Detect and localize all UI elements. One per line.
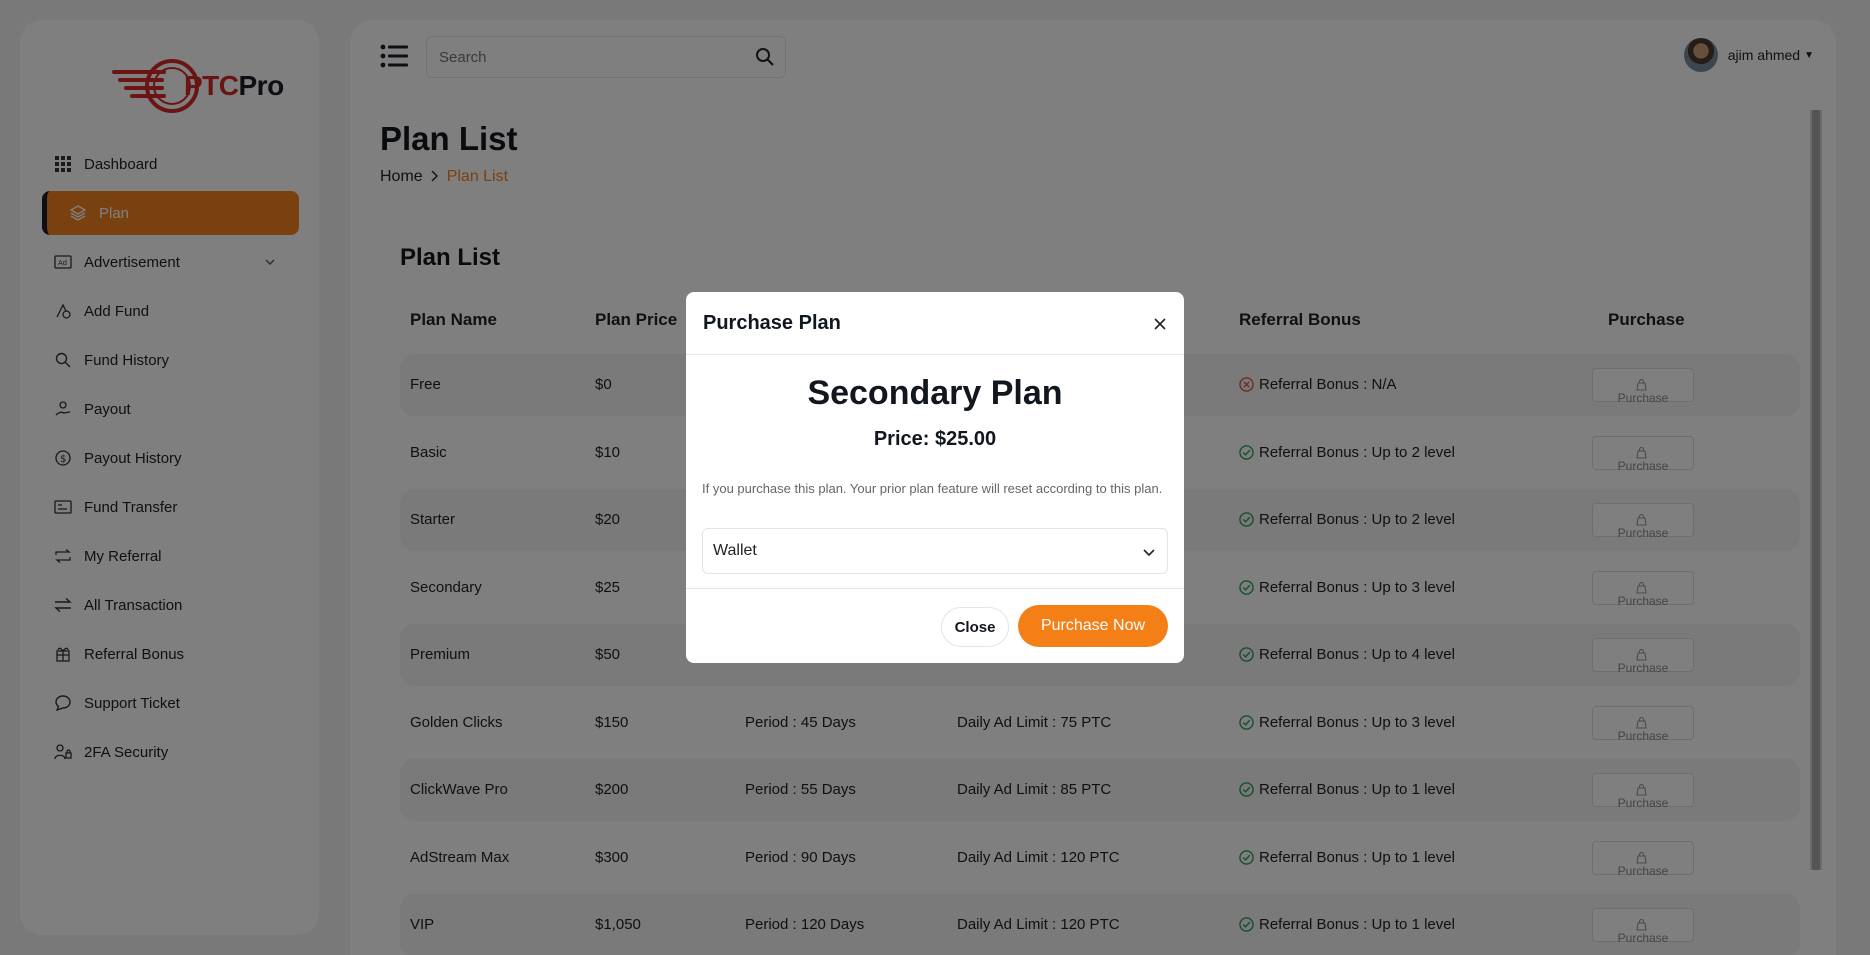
purchase-now-button[interactable]: Purchase Now — [1018, 605, 1168, 647]
modal-footer: Close Purchase Now — [686, 588, 1184, 663]
purchase-plan-modal: Purchase Plan Secondary Plan Price: $25.… — [686, 292, 1184, 663]
modal-plan-note: If you purchase this plan. Your prior pl… — [702, 481, 1163, 496]
close-button[interactable]: Close — [941, 607, 1009, 647]
modal-header: Purchase Plan — [686, 292, 1184, 355]
modal-plan-price: Price: $25.00 — [873, 428, 997, 450]
payment-method-value: Wallet — [713, 542, 757, 559]
payment-method-select[interactable]: Wallet — [702, 528, 1168, 574]
close-icon[interactable] — [1150, 314, 1170, 334]
chevron-down-icon — [1143, 544, 1155, 562]
modal-plan-name: Secondary Plan — [807, 374, 1063, 412]
modal-title: Purchase Plan — [703, 312, 841, 334]
